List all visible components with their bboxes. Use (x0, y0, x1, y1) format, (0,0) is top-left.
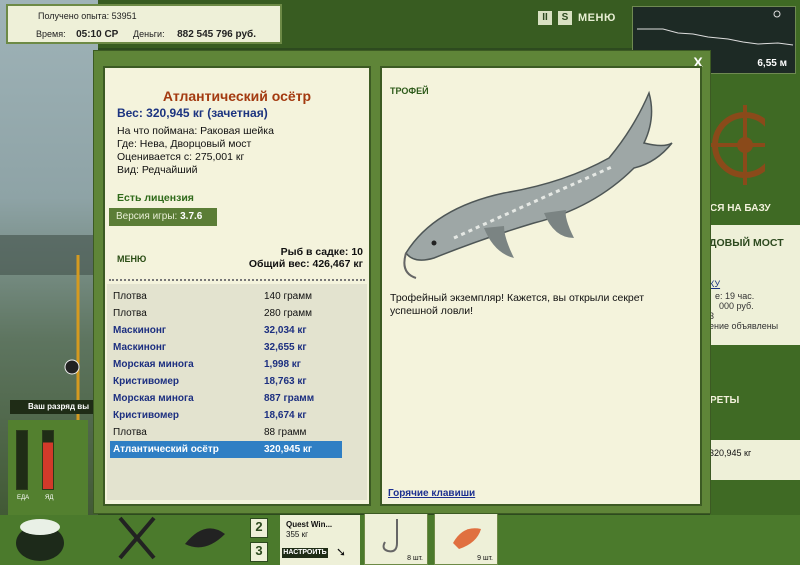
top-controls: II S МЕНЮ (538, 8, 616, 28)
records-fragment[interactable]: РЕТЫ (710, 395, 739, 406)
experience-row: Получено опыта: 53951 (38, 11, 137, 21)
catch-row[interactable]: Морская минога 887 грамм (110, 390, 342, 407)
license-status: Есть лицензия (117, 192, 194, 204)
arrow-icon: ➘ (336, 545, 347, 559)
trophy-description: Трофейный экземпляр! Кажется, вы открыли… (390, 292, 645, 317)
main-menu-button[interactable]: МЕНЮ (578, 12, 616, 24)
version-box: Версия игры: 3.7.6 (109, 208, 217, 226)
catch-name: Маскинонг (113, 325, 167, 336)
fish-kind: Вид: Редчайший (117, 164, 198, 176)
energy-label: ЯД (45, 495, 54, 501)
money-value: 882 545 796 руб. (177, 29, 256, 40)
location-title-fragment: ДОВЫЙ МОСТ (709, 237, 784, 249)
catch-row[interactable]: Маскинонг 32,034 кг (110, 322, 342, 339)
quest-name: Quest Win... (286, 520, 333, 529)
keepnet-weight: Общий вес: 426,467 кг (248, 258, 363, 270)
catch-name: Морская минога (113, 393, 194, 404)
time-label: Время: (36, 29, 66, 39)
catch-list: Плотва 140 грамм Плотва 280 грамм Маскинонг 3… (107, 284, 367, 500)
location-card: ДОВЫЙ МОСТ КУ е: 19 час. 000 руб. 3 ение… (707, 225, 800, 345)
catch-row[interactable]: Маскинонг 32,655 кг (110, 339, 342, 356)
quest-panel: Quest Win... 355 кг НАСТРОИТЬ ➘ (280, 515, 360, 565)
fish-location: Где: Нева, Дворцовый мост (117, 138, 252, 150)
keepnet-count: Рыб в садке: 10 (280, 246, 363, 258)
catch-weight: 320,945 кг (264, 444, 313, 455)
status-panel: Получено опыта: 53951 Время: 05:10 СР Де… (6, 4, 282, 44)
catch-weight: 280 грамм (264, 308, 312, 319)
location-info-2: 000 руб. (719, 301, 754, 311)
fish-caught-on: На что поймана: Раковая шейка (117, 125, 274, 137)
catch-weight: 88 грамм (264, 427, 307, 438)
money-row: Деньги: 882 545 796 руб. (133, 29, 256, 40)
depth-value: 6,55 м (757, 58, 787, 69)
catch-weight: 18,674 кг (264, 410, 307, 421)
catch-weight: 1,998 кг (264, 359, 301, 370)
fish-value: Оценивается с: 275,001 кг (117, 151, 245, 163)
catch-name: Плотва (113, 308, 147, 319)
bait-count: 9 шт. (477, 555, 493, 562)
fish-title: Атлантический осётр (162, 88, 312, 104)
slot-2-button[interactable]: 2 (250, 518, 268, 538)
catch-weight: 887 грамм (264, 393, 315, 404)
sturgeon-image (403, 90, 673, 279)
fish-silhouette-icon[interactable] (180, 514, 230, 562)
hook-slot[interactable]: 8 шт. (364, 512, 428, 565)
quest-weight: 355 кг (286, 530, 308, 539)
catch-row[interactable]: Плотва 140 грамм (110, 288, 342, 305)
hook-count: 8 шт. (407, 555, 423, 562)
divider (109, 279, 365, 281)
bait-icon (453, 528, 481, 549)
sound-button[interactable]: S (558, 11, 572, 25)
money-label: Деньги: (133, 29, 165, 39)
catch-name: Плотва (113, 427, 147, 438)
cauldron-icon[interactable] (10, 505, 70, 565)
go-to-base-fragment[interactable]: СЯ НА БАЗУ (710, 203, 771, 214)
catch-row[interactable]: Кристивомер 18,763 кг (110, 373, 342, 390)
catch-weight: 32,034 кг (264, 325, 307, 336)
time-value: 05:10 СР (76, 29, 119, 40)
menu-link[interactable]: МЕНЮ (117, 254, 146, 264)
experience-value: 53951 (111, 11, 137, 21)
bait-slot[interactable]: 9 шт. (434, 512, 498, 565)
catch-row[interactable]: Плотва 88 грамм (110, 424, 342, 441)
stats-bars-area: ЕДА ЯД (8, 420, 88, 515)
version-value: 3.7.6 (180, 211, 203, 222)
trophy-panel: ТРОФЕЙ Трофейный экземпляр! Кажется, вы … (380, 66, 702, 506)
catch-row[interactable]: Атлантический осётр 320,945 кг (110, 441, 342, 458)
experience-label: Получено опыта: (38, 11, 110, 21)
catch-name: Кристивомер (113, 376, 180, 387)
tools-icon[interactable] (110, 514, 170, 562)
hook-icon (382, 519, 398, 553)
catch-name: Кристивомер (113, 410, 180, 421)
catch-row[interactable]: Морская минога 1,998 кг (110, 356, 342, 373)
catch-name: Маскинонг (113, 342, 167, 353)
food-bar (16, 430, 28, 490)
catch-name: Плотва (113, 291, 147, 302)
pause-button[interactable]: II (538, 11, 552, 25)
catch-weight: 32,655 кг (264, 342, 307, 353)
record-weight: 320,945 кг (709, 448, 752, 458)
catch-name: Морская минога (113, 359, 194, 370)
ship-wheel-icon (705, 105, 765, 185)
catch-weight: 18,763 кг (264, 376, 307, 387)
energy-bar (42, 430, 54, 490)
catch-name: Атлантический осётр (113, 444, 219, 455)
hotkeys-link[interactable]: Горячие клавиши (388, 488, 475, 499)
time-row: Время: 05:10 СР (36, 29, 118, 40)
location-info-1: е: 19 час. (715, 291, 755, 301)
catch-row[interactable]: Плотва 280 грамм (110, 305, 342, 322)
catch-row[interactable]: Кристивомер 18,674 кг (110, 407, 342, 424)
food-label: ЕДА (17, 495, 30, 501)
fish-details-panel: Атлантический осётр Вес: 320,945 кг (зач… (103, 66, 371, 506)
fish-weight: Вес: 320,945 кг (зачетная) (117, 106, 268, 120)
rank-banner: Ваш разряд вы (10, 400, 96, 414)
location-info-4: ение объявлены (709, 321, 779, 331)
setup-button[interactable]: НАСТРОИТЬ (282, 548, 328, 558)
version-label: Версия игры: (116, 211, 178, 222)
slot-3-button[interactable]: 3 (250, 542, 268, 562)
catch-weight: 140 грамм (264, 291, 312, 302)
record-card: 320,945 кг (707, 440, 800, 480)
